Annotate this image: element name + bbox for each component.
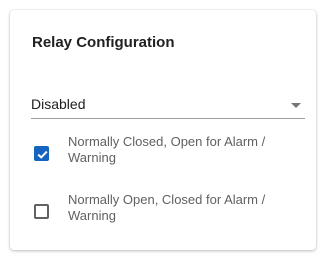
normally-open-checkbox[interactable] [34,204,49,219]
check-icon [37,150,48,159]
normally-closed-label: Normally Closed, Open for Alarm / Warnin… [68,134,266,165]
normally-open-label: Normally Open, Closed for Alarm / Warnin… [68,192,266,223]
dropdown-arrow-icon [291,103,301,108]
relay-mode-select[interactable]: Disabled [31,92,305,119]
relay-configuration-card: Relay Configuration Disabled Normally Cl… [10,10,316,250]
normally-closed-checkbox[interactable] [34,146,49,161]
select-value: Disabled [31,96,86,112]
card-title: Relay Configuration [32,34,175,51]
